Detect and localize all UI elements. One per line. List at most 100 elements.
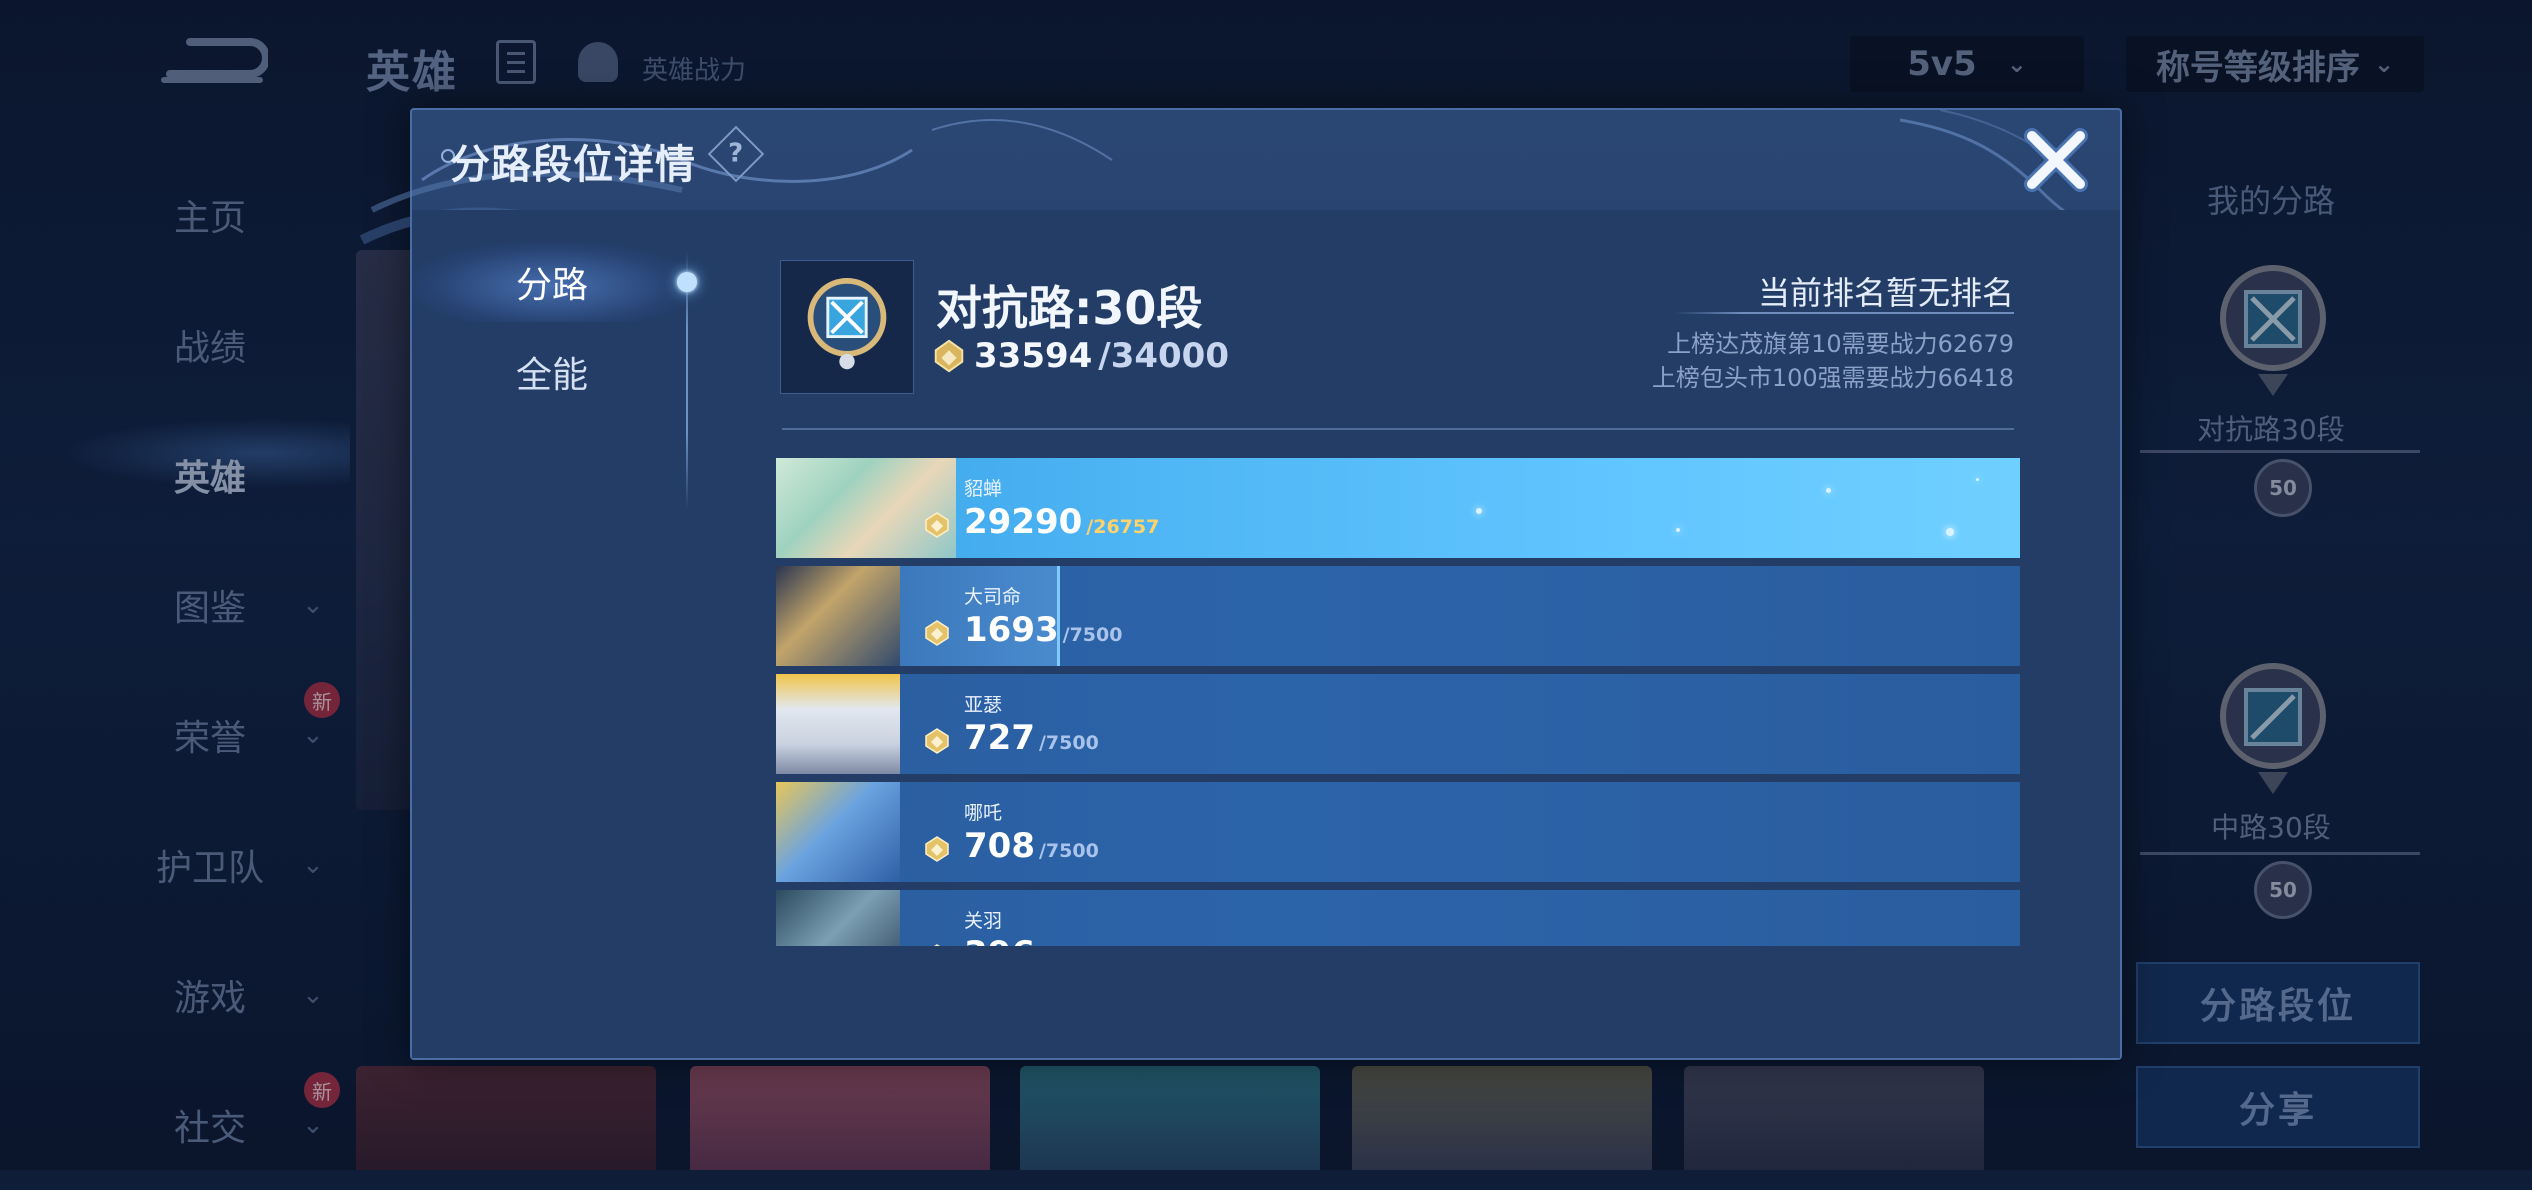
power-icon (925, 728, 949, 754)
hero-row[interactable]: 关羽 396/7500 (776, 890, 2020, 946)
hero-portrait (776, 890, 900, 946)
lane-label: 对抗路30段 (2197, 413, 2345, 446)
lane-title: 对抗路:30段 (936, 281, 1203, 335)
hero-row[interactable]: 貂蝉 29290/26757 (776, 458, 2020, 558)
nav-item-record[interactable]: 战绩 (0, 280, 350, 410)
list-icon[interactable] (496, 40, 536, 84)
hero-portrait (776, 674, 900, 774)
back-button[interactable] (160, 34, 270, 88)
nav-label: 游戏 (173, 978, 247, 1019)
power-icon (925, 512, 949, 538)
lane-power-max: /34000 (1098, 336, 1230, 376)
chevron-down-icon: ⌄ (302, 850, 324, 880)
background-hero-card[interactable] (356, 1066, 656, 1170)
sparkle-decoration (1676, 528, 1680, 532)
hero-power: 396/7500 (964, 934, 1099, 946)
close-icon (2024, 128, 2088, 192)
level-seal: 50 (2254, 861, 2312, 919)
background-hero-card[interactable] (690, 1066, 990, 1170)
hero-power-current: 1693 (964, 610, 1059, 650)
lane-ribbon: 50 (2140, 450, 2420, 523)
hero-portrait (776, 458, 956, 558)
close-button[interactable] (2020, 124, 2092, 196)
hero-power: 1693/7500 (964, 610, 1122, 650)
left-nav: 主页 战绩 英雄 图鉴 ⌄ 新荣誉 ⌄ 护卫队 ⌄ 游戏 ⌄ 新社交 ⌄ (0, 150, 350, 1190)
nav-label: 图鉴 (173, 588, 247, 629)
hero-power: 727/7500 (964, 718, 1099, 758)
tab-lane[interactable]: 分路 (412, 242, 692, 322)
sort-select-value: 称号等级排序 (2155, 47, 2360, 88)
hero-power: 29290/26757 (964, 502, 1159, 542)
chevron-down-icon: ⌄ (302, 590, 324, 620)
hero-power-label[interactable]: 英雄战力 (642, 50, 746, 87)
hero-power-max: /7500 (1062, 624, 1123, 646)
nav-item-honor[interactable]: 新荣誉 ⌄ (0, 670, 350, 800)
power-icon (925, 620, 949, 646)
lane-rank-button[interactable]: 分路段位 (2136, 962, 2420, 1044)
background-hero-card[interactable] (356, 250, 416, 810)
nav-item-hero[interactable]: 英雄 (0, 410, 350, 540)
mid-lane-emblem-icon (2220, 663, 2326, 794)
rank-requirement: 上榜包头市100强需要战力66418 (1651, 364, 2014, 392)
hero-row[interactable]: 哪吒 708/7500 (776, 782, 2020, 882)
rank-status: 当前排名暂无排名 (1757, 274, 2014, 312)
lane-rank-detail-modal: 分路段位详情 ? 分路 全能 对抗路:30段 33594/34000 当前排名暂… (359, 108, 2122, 1060)
lane-ribbon: 50 (2140, 852, 2420, 925)
tab-label: 分路 (515, 265, 588, 306)
background-hero-card[interactable] (1352, 1066, 1652, 1170)
mode-select[interactable]: 5v5 ⌄ (1850, 36, 2084, 92)
new-badge: 新 (304, 1072, 340, 1108)
chevron-down-icon: ⌄ (302, 1110, 324, 1140)
my-lanes-title: 我的分路 (2206, 182, 2335, 220)
hero-name: 亚瑟 (964, 694, 1003, 716)
chevron-down-icon: ⌄ (302, 980, 324, 1010)
chevron-down-icon: ⌄ (2373, 50, 2395, 78)
hero-power-current: 727 (964, 718, 1035, 758)
hero-power-list[interactable]: 貂蝉 29290/26757 大司命 1693/7500 亚瑟 727/7500 哪吒 708… (776, 458, 2020, 946)
hero-row[interactable]: 大司命 1693/7500 (776, 566, 2020, 666)
top-lane-emblem-icon (807, 278, 887, 370)
hero-power-max: /26757 (1086, 516, 1160, 538)
hero-name: 关羽 (964, 910, 1003, 932)
nav-item-guard[interactable]: 护卫队 ⌄ (0, 800, 350, 930)
chevron-down-icon: ⌄ (302, 720, 324, 750)
nav-item-game[interactable]: 游戏 ⌄ (0, 930, 350, 1060)
share-button[interactable]: 分享 (2136, 1066, 2420, 1148)
nav-label: 护卫队 (155, 848, 265, 889)
hero-power-icon[interactable] (578, 42, 618, 82)
active-tab-indicator (677, 272, 697, 292)
lane-power-current: 33594 (974, 336, 1093, 376)
sort-select[interactable]: 称号等级排序 ⌄ (2126, 36, 2424, 92)
hero-row[interactable]: 亚瑟 727/7500 (776, 674, 2020, 774)
hero-power-current: 708 (964, 826, 1035, 866)
power-icon (925, 836, 949, 862)
nav-item-codex[interactable]: 图鉴 ⌄ (0, 540, 350, 670)
tab-label: 全能 (515, 355, 588, 396)
tab-all-round[interactable]: 全能 (412, 332, 692, 412)
hero-portrait (776, 782, 900, 882)
background-hero-card[interactable] (1020, 1066, 1320, 1170)
sparkle-decoration (1476, 508, 1482, 514)
modal-title: 分路段位详情 (450, 142, 696, 188)
help-icon-glyph: ? (728, 139, 744, 169)
background-hero-card[interactable] (1684, 1066, 1984, 1170)
modal-content: 分路 全能 对抗路:30段 33594/34000 当前排名暂无排名 上榜达茂旗… (412, 210, 2120, 1058)
nav-label: 社交 (173, 1108, 247, 1149)
hero-power-current: 396 (964, 934, 1035, 946)
nav-label: 英雄 (173, 458, 247, 499)
level-seal: 50 (2254, 459, 2312, 517)
hero-power-current: 29290 (964, 502, 1083, 542)
sparkle-decoration (1946, 528, 1954, 536)
lane-label: 中路30段 (2211, 811, 2331, 844)
nav-item-social[interactable]: 新社交 ⌄ (0, 1060, 350, 1190)
hero-name: 貂蝉 (964, 478, 1003, 500)
help-icon[interactable]: ? (707, 125, 765, 183)
chevron-down-icon: ⌄ (2006, 50, 2027, 78)
hero-name: 大司命 (964, 586, 1022, 608)
nav-item-home[interactable]: 主页 (0, 150, 350, 280)
rank-requirement: 上榜达茂旗第10需要战力62679 (1667, 330, 2014, 358)
sparkle-decoration (1826, 488, 1831, 493)
nav-label: 主页 (173, 198, 247, 239)
top-lane-emblem-icon (2220, 265, 2326, 396)
hero-name: 哪吒 (964, 802, 1003, 824)
